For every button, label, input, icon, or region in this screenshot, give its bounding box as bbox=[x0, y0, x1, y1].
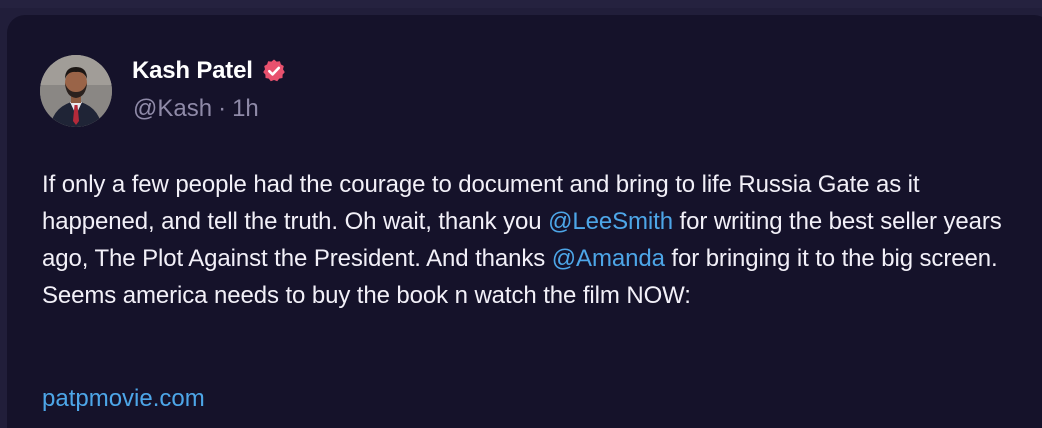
author-name[interactable]: Kash Patel bbox=[132, 57, 253, 85]
author-handle[interactable]: @Kash bbox=[133, 95, 212, 123]
post-body: If only a few people had the courage to … bbox=[42, 166, 1002, 314]
post-timestamp[interactable]: 1h bbox=[232, 95, 259, 123]
mention-link[interactable]: @Amanda bbox=[552, 245, 665, 272]
page: Kash Patel @Kash · 1h If only a few peop… bbox=[0, 0, 1042, 428]
post-meta: @Kash · 1h bbox=[133, 95, 259, 123]
mention-link[interactable]: @LeeSmith bbox=[548, 208, 673, 235]
avatar-image bbox=[40, 55, 112, 127]
verified-badge-icon bbox=[261, 58, 287, 84]
post-link-row: patpmovie.com bbox=[42, 380, 205, 417]
top-divider bbox=[0, 0, 1042, 8]
external-link[interactable]: patpmovie.com bbox=[42, 385, 205, 412]
author-row: Kash Patel bbox=[132, 53, 287, 89]
post-card[interactable]: Kash Patel @Kash · 1h If only a few peop… bbox=[7, 15, 1042, 428]
avatar[interactable] bbox=[40, 55, 112, 127]
meta-separator: · bbox=[218, 95, 227, 122]
